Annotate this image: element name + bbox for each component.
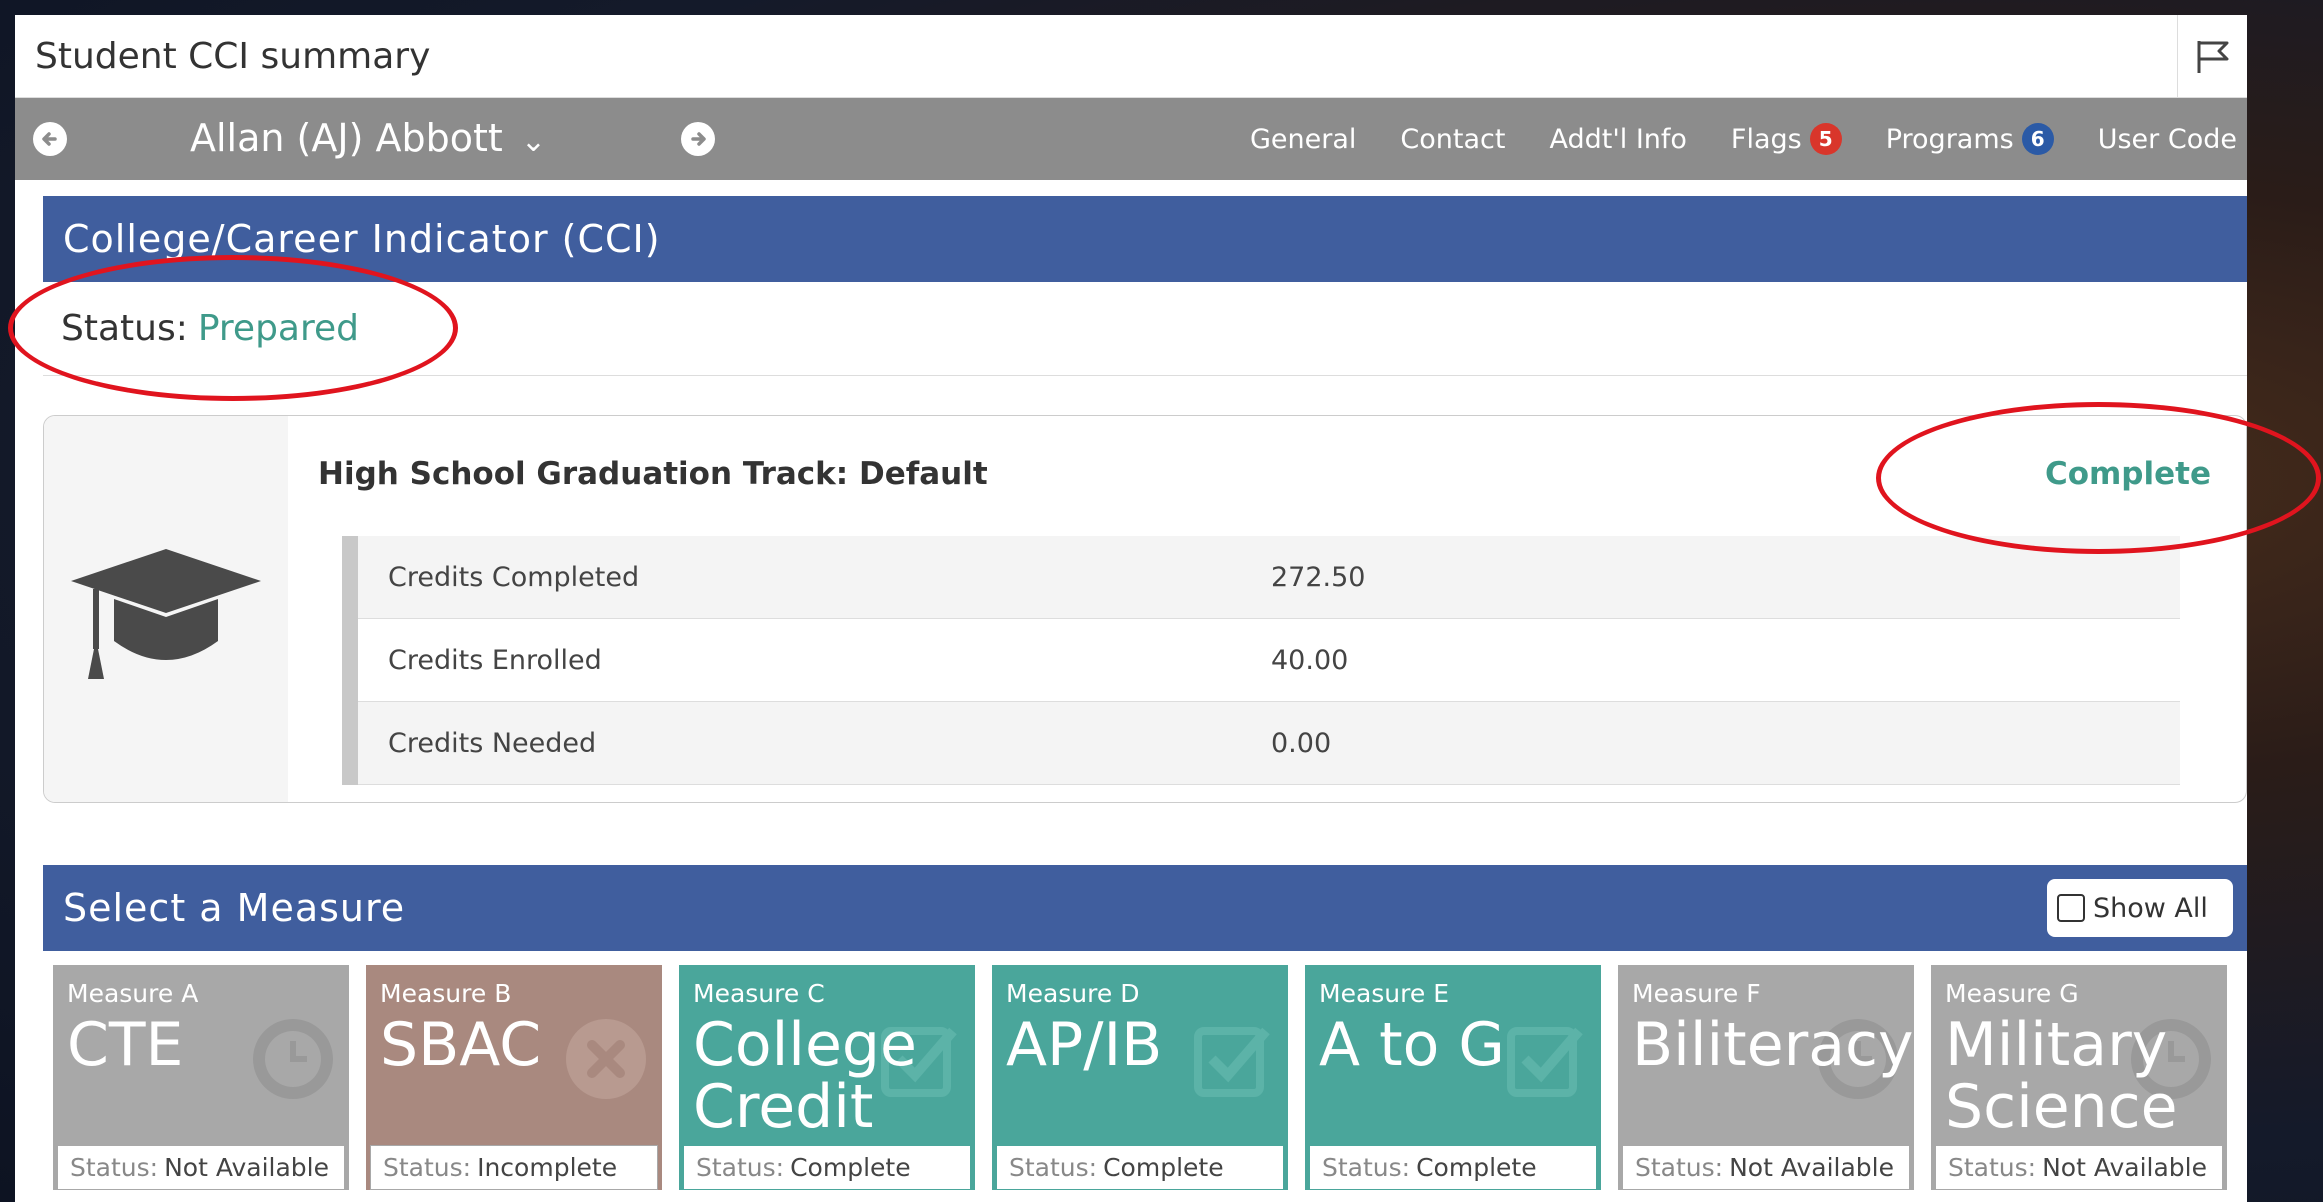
student-nav-bar: Allan (AJ) Abbott ⌄ General Contact Addt… <box>15 98 2247 180</box>
cci-section-header: College/Career Indicator (CCI) <box>43 196 2247 282</box>
credits-needed-label: Credits Needed <box>388 727 597 759</box>
tab-programs[interactable]: Programs 6 <box>1886 123 2054 155</box>
credits-needed-value: 0.00 <box>1271 727 1332 759</box>
measure-tiles: Measure A CTE Status: Not Available Measu… <box>53 965 2247 1202</box>
show-all-label: Show All <box>2093 892 2208 924</box>
credits-completed-label: Credits Completed <box>388 561 640 593</box>
measure-status: Status: Complete <box>683 1145 971 1190</box>
cci-status-value: Prepared <box>197 307 359 349</box>
measure-name: CTE <box>67 1010 184 1080</box>
measure-name: A to G <box>1319 1010 1505 1080</box>
measure-label: Measure G <box>1945 979 2079 1008</box>
measure-label: Measure D <box>1006 979 1140 1008</box>
graduation-icon-panel <box>44 416 288 802</box>
programs-count-badge: 6 <box>2021 123 2054 155</box>
measure-status: Status: Not Available <box>1622 1145 1910 1190</box>
measure-tile-military-science[interactable]: Measure G Military Science Status: Not Av… <box>1931 965 2227 1190</box>
measure-status: Status: Not Available <box>1935 1145 2223 1190</box>
credits-completed-value: 272.50 <box>1271 561 1366 593</box>
measure-tile-sbac[interactable]: Measure B SBAC Status: Incomplete <box>366 965 662 1190</box>
measure-tile-college-credit[interactable]: Measure C College Credit Status: Complete <box>679 965 975 1190</box>
measure-tile-ap-ib[interactable]: Measure D AP/IB Status: Complete <box>992 965 1288 1190</box>
graduation-cap-icon <box>71 549 261 679</box>
flags-count-badge: 5 <box>1809 123 1842 155</box>
measure-label: Measure F <box>1632 979 1761 1008</box>
status-label: Status: <box>61 307 188 349</box>
credits-enrolled-value: 40.00 <box>1271 644 1349 676</box>
chevron-down-icon: ⌄ <box>520 124 547 159</box>
measure-status: Status: Not Available <box>57 1145 345 1190</box>
student-cci-window: Student CCI summary Allan (AJ) Abbott ⌄ … <box>15 15 2247 1202</box>
measure-label: Measure B <box>380 979 512 1008</box>
measure-section-header: Select a Measure Show All <box>43 865 2247 951</box>
cci-status-row: Status: Prepared <box>43 281 2247 376</box>
graduation-track-card: High School Graduation Track: Default Co… <box>43 415 2247 803</box>
table-row: Credits Needed 0.00 <box>358 702 2180 785</box>
checkbox-icon <box>2057 894 2085 922</box>
measure-tile-cte[interactable]: Measure A CTE Status: Not Available <box>53 965 349 1190</box>
tab-contact[interactable]: Contact <box>1400 124 1505 155</box>
arrow-left-icon <box>42 132 57 146</box>
measure-tile-a-to-g[interactable]: Measure E A to G Status: Complete <box>1305 965 1601 1190</box>
tab-general[interactable]: General <box>1250 124 1356 155</box>
measure-status: Status: Incomplete <box>370 1145 658 1190</box>
measure-tile-biliteracy[interactable]: Measure F Biliteracy Status: Not Availabl… <box>1618 965 1914 1190</box>
measure-status: Status: Complete <box>996 1145 1284 1190</box>
student-selector[interactable]: Allan (AJ) Abbott ⌄ <box>190 116 546 160</box>
measure-name: College Credit <box>693 1010 917 1142</box>
tab-flags[interactable]: Flags 5 <box>1731 123 1842 155</box>
show-all-checkbox[interactable]: Show All <box>2047 879 2233 937</box>
measure-label: Measure C <box>693 979 825 1008</box>
measure-label: Measure A <box>67 979 199 1008</box>
measure-name: Biliteracy <box>1632 1010 1914 1080</box>
measure-header-title: Select a Measure <box>63 886 406 930</box>
window-title: Student CCI summary <box>35 35 431 77</box>
student-name: Allan (AJ) Abbott <box>190 116 503 160</box>
measure-name: AP/IB <box>1006 1010 1163 1080</box>
flag-button[interactable] <box>2177 15 2247 98</box>
student-tabs: General Contact Addt'l Info Flags 5 Prog… <box>1250 98 2247 180</box>
table-row: Credits Enrolled 40.00 <box>358 619 2180 702</box>
title-bar: Student CCI summary <box>15 15 2247 98</box>
measure-name: SBAC <box>380 1010 542 1080</box>
arrow-right-icon <box>691 132 706 146</box>
measure-name: Military Science <box>1945 1010 2178 1142</box>
measure-label: Measure E <box>1319 979 1449 1008</box>
flag-icon <box>2197 40 2228 73</box>
next-student-button[interactable] <box>681 122 715 156</box>
tab-addtl-info[interactable]: Addt'l Info <box>1549 124 1686 155</box>
measure-status: Status: Complete <box>1309 1145 1597 1190</box>
previous-student-button[interactable] <box>33 122 67 156</box>
graduation-track-status: Complete <box>2044 456 2211 492</box>
cci-header-title: College/Career Indicator (CCI) <box>63 217 661 261</box>
credits-table: Credits Completed 272.50 Credits Enrolle… <box>342 536 2180 785</box>
tab-user-code[interactable]: User Code <box>2098 124 2237 155</box>
table-row: Credits Completed 272.50 <box>358 536 2180 619</box>
credits-enrolled-label: Credits Enrolled <box>388 644 602 676</box>
graduation-track-title: High School Graduation Track: Default <box>318 456 988 492</box>
